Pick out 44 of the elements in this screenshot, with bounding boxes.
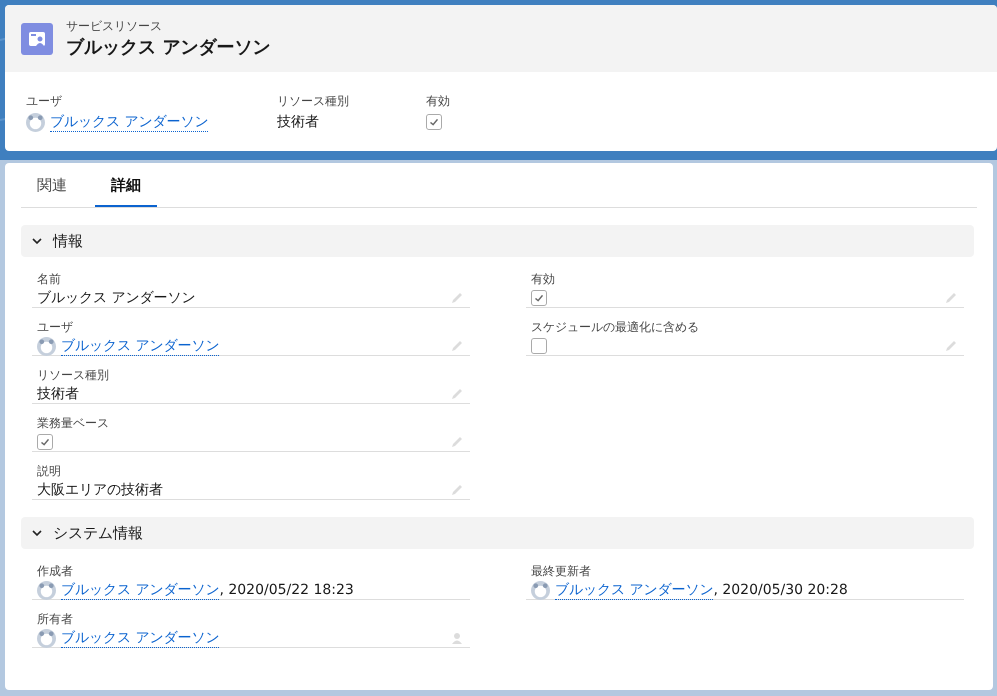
field-label: 有効 <box>426 93 450 109</box>
avatar-icon <box>37 336 56 356</box>
section-header[interactable]: 情報 <box>21 225 974 257</box>
field-label: リソース種別 <box>277 93 350 109</box>
field-label: 作成者 <box>37 563 74 579</box>
field-value: 技術者 <box>37 385 79 403</box>
tab[interactable]: 詳細 <box>95 163 157 207</box>
field-label: 名前 <box>37 271 62 287</box>
field-label: ユーザ <box>37 319 74 335</box>
user-link[interactable]: ブルックス アンダーソン <box>555 580 714 600</box>
field-label: スケジュールの最適化に含める <box>531 319 700 335</box>
field-label: ユーザ <box>26 93 63 109</box>
field-value: 大阪エリアの技術者 <box>37 481 163 499</box>
user-link[interactable]: ブルックス アンダーソン <box>61 580 220 600</box>
timestamp: , 2020/05/30 20:28 <box>713 582 848 598</box>
timestamp: , 2020/05/22 18:23 <box>219 582 354 598</box>
field-label: 説明 <box>37 463 62 479</box>
field-label: 最終更新者 <box>531 563 592 579</box>
pencil-icon[interactable] <box>944 339 958 353</box>
object-type: サービスリソース <box>66 18 163 35</box>
pencil-icon[interactable] <box>944 291 958 305</box>
resource-icon <box>21 22 53 54</box>
field-value: ブルックス アンダーソン <box>37 289 196 307</box>
field-label: 有効 <box>531 271 556 287</box>
pencil-icon[interactable] <box>450 435 464 449</box>
field-label: リソース種別 <box>37 367 110 383</box>
pencil-icon[interactable] <box>450 291 464 305</box>
user-link[interactable]: ブルックス アンダーソン <box>50 112 208 132</box>
user-link[interactable]: ブルックス アンダーソン <box>61 628 220 648</box>
user-link[interactable]: ブルックス アンダーソン <box>61 336 220 356</box>
avatar-icon <box>531 580 550 600</box>
field-label: 所有者 <box>37 611 74 627</box>
tab[interactable]: 関連 <box>21 163 83 207</box>
record-title: ブルックス アンダーソン <box>66 36 270 59</box>
avatar-icon <box>37 580 56 600</box>
pencil-icon[interactable] <box>450 483 464 497</box>
pencil-icon[interactable] <box>450 387 464 401</box>
field-value: 技術者 <box>277 113 319 131</box>
pencil-icon[interactable] <box>450 339 464 353</box>
person-icon[interactable] <box>450 631 464 645</box>
field-label: 業務量ベース <box>37 415 110 431</box>
avatar-icon <box>37 628 56 648</box>
avatar-icon <box>26 112 45 132</box>
section-header[interactable]: システム情報 <box>21 517 974 549</box>
